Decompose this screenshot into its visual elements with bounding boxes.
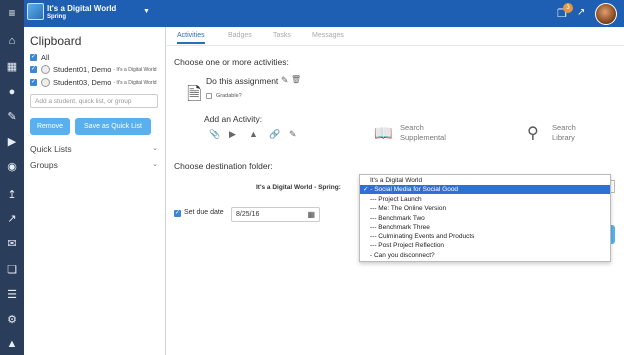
class-title[interactable]: It's a Digital World	[47, 4, 116, 13]
tab-badges[interactable]: Badges	[228, 32, 252, 39]
play-icon[interactable]: ▶	[0, 132, 24, 152]
avatar[interactable]	[595, 3, 617, 25]
drive-icon[interactable]: ▲	[249, 129, 258, 139]
add-activity-label: Add an Activity:	[204, 114, 263, 124]
checkbox-checked-icon[interactable]: ✓	[30, 79, 37, 86]
tab-tasks[interactable]: Tasks	[273, 32, 291, 39]
dropdown-option[interactable]: --- Benchmark Two	[360, 214, 610, 223]
chevron-down-icon[interactable]: ▼	[143, 8, 150, 15]
pages-icon[interactable]: ❏	[0, 260, 24, 280]
trash-icon[interactable]: 🗑	[291, 75, 301, 84]
document-icon: 🗎	[187, 84, 202, 104]
destination-label: Choose destination folder:	[174, 161, 273, 171]
remove-button[interactable]: Remove	[30, 118, 70, 135]
clipboard-panel: Clipboard ✓ All ✓ Student01, Demo - It's…	[24, 27, 166, 355]
folder-dropdown[interactable]: It's a Digital World ✓ - Social Media fo…	[359, 174, 611, 262]
dropdown-option[interactable]: --- Me: The Online Version	[360, 204, 610, 213]
edit-icon[interactable]: ✎	[0, 107, 24, 127]
student-name: Student03, Demo	[53, 78, 112, 87]
video-icon[interactable]: ▶	[229, 129, 236, 140]
dropdown-option[interactable]: --- Culminating Events and Products	[360, 232, 610, 241]
clipboard-title: Clipboard	[30, 34, 82, 48]
pencil-icon[interactable]: ✎	[289, 129, 297, 140]
quick-lists-section[interactable]: Quick Lists ⌄	[30, 144, 158, 154]
due-date-input[interactable]: 8/25/16 ▦	[231, 207, 320, 222]
checkbox-checked-icon[interactable]: ✓	[174, 210, 181, 217]
settings-icon[interactable]: ⚙	[0, 310, 24, 330]
home-icon[interactable]: ⌂	[0, 31, 24, 51]
class-logo	[27, 3, 44, 20]
dropdown-option[interactable]: --- Post Project Reflection	[360, 241, 610, 250]
tab-activities[interactable]: Activities	[177, 32, 205, 44]
list-icon[interactable]: ☰	[0, 285, 24, 305]
student-row[interactable]: ✓ Student01, Demo - It's a Digital World	[30, 65, 156, 74]
dropdown-option-selected[interactable]: ✓ - Social Media for Social Good	[360, 185, 610, 195]
search-library-line2: Library	[552, 133, 575, 142]
search-library-line1: Search	[552, 123, 576, 132]
users-icon[interactable]: ●	[0, 82, 24, 102]
groups-section[interactable]: Groups ⌄	[30, 160, 158, 170]
pencil-icon[interactable]: ✎	[281, 75, 289, 86]
menu-icon[interactable]: ≡	[0, 0, 24, 27]
calendar-icon[interactable]: ▦	[307, 210, 315, 219]
palette-icon[interactable]: ◉	[0, 157, 24, 177]
alert-icon[interactable]: ▲	[0, 334, 24, 354]
assignment-label: Do this assignment	[206, 76, 279, 86]
user-icon	[41, 78, 50, 87]
search-supplemental-line2: Supplemental	[400, 133, 446, 142]
dropdown-option[interactable]: It's a Digital World	[360, 176, 610, 185]
student-class-note: - It's a Digital World	[113, 66, 157, 73]
save-quick-list-button[interactable]: Save as Quick List	[75, 118, 151, 135]
dropdown-option[interactable]: --- Benchmark Three	[360, 223, 610, 232]
add-student-input[interactable]: Add a student, quick list, or group	[30, 94, 158, 108]
folder-context-label: It's a Digital World - Spring:	[256, 184, 341, 191]
due-date-value: 8/25/16	[236, 211, 260, 218]
tab-bar: Activities Badges Tasks Messages	[167, 27, 624, 46]
student-row[interactable]: ✓ Student03, Demo - It's a Digital World	[30, 78, 156, 87]
class-subtitle[interactable]: Spring	[47, 14, 66, 20]
search-supplemental-line1: Search	[400, 123, 424, 132]
tab-messages[interactable]: Messages	[312, 32, 344, 39]
groups-label: Groups	[30, 160, 58, 170]
search-library-link[interactable]: Search Library	[552, 123, 576, 143]
notification-badge: 3	[563, 3, 573, 13]
upload-icon[interactable]: ↥	[0, 185, 24, 205]
quick-lists-label: Quick Lists	[30, 144, 72, 154]
select-all-row[interactable]: ✓ All	[30, 53, 49, 62]
mail-icon[interactable]: ✉	[0, 234, 24, 254]
chevron-down-icon[interactable]: ⌄	[152, 160, 158, 168]
expand-icon[interactable]: ↗	[577, 7, 585, 18]
dropdown-option[interactable]: --- Project Launch	[360, 195, 610, 204]
chart-icon[interactable]: ↗	[0, 209, 24, 229]
search-supplemental-link[interactable]: Search Supplemental	[400, 123, 446, 143]
user-icon	[41, 65, 50, 74]
paperclip-icon[interactable]: 📎	[209, 129, 220, 140]
gradable-label: Gradable?	[216, 93, 242, 99]
gradable-checkbox[interactable]	[206, 93, 212, 99]
checkbox-checked-icon[interactable]: ✓	[30, 66, 37, 73]
student-name: Student01, Demo	[53, 65, 112, 74]
dropdown-option[interactable]: - Can you disconnect?	[360, 251, 610, 260]
chevron-down-icon[interactable]: ⌄	[152, 144, 158, 152]
link-icon[interactable]: 🔗	[269, 129, 280, 140]
search-icon[interactable]: ⚲	[527, 123, 539, 143]
checkbox-checked-icon[interactable]: ✓	[30, 54, 37, 61]
set-due-date-label: Set due date	[184, 209, 224, 216]
book-icon[interactable]: 📖	[374, 124, 393, 142]
choose-activities-label: Choose one or more activities:	[174, 57, 289, 67]
left-nav-rail: ⌂ ▦ ● ✎ ▶ ◉ ↥ ↗ ✉ ❏ ☰ ⚙ ▲	[0, 27, 24, 355]
all-label: All	[41, 53, 50, 62]
calendar-icon[interactable]: ▦	[0, 57, 24, 77]
student-class-note: - It's a Digital World	[113, 79, 157, 86]
